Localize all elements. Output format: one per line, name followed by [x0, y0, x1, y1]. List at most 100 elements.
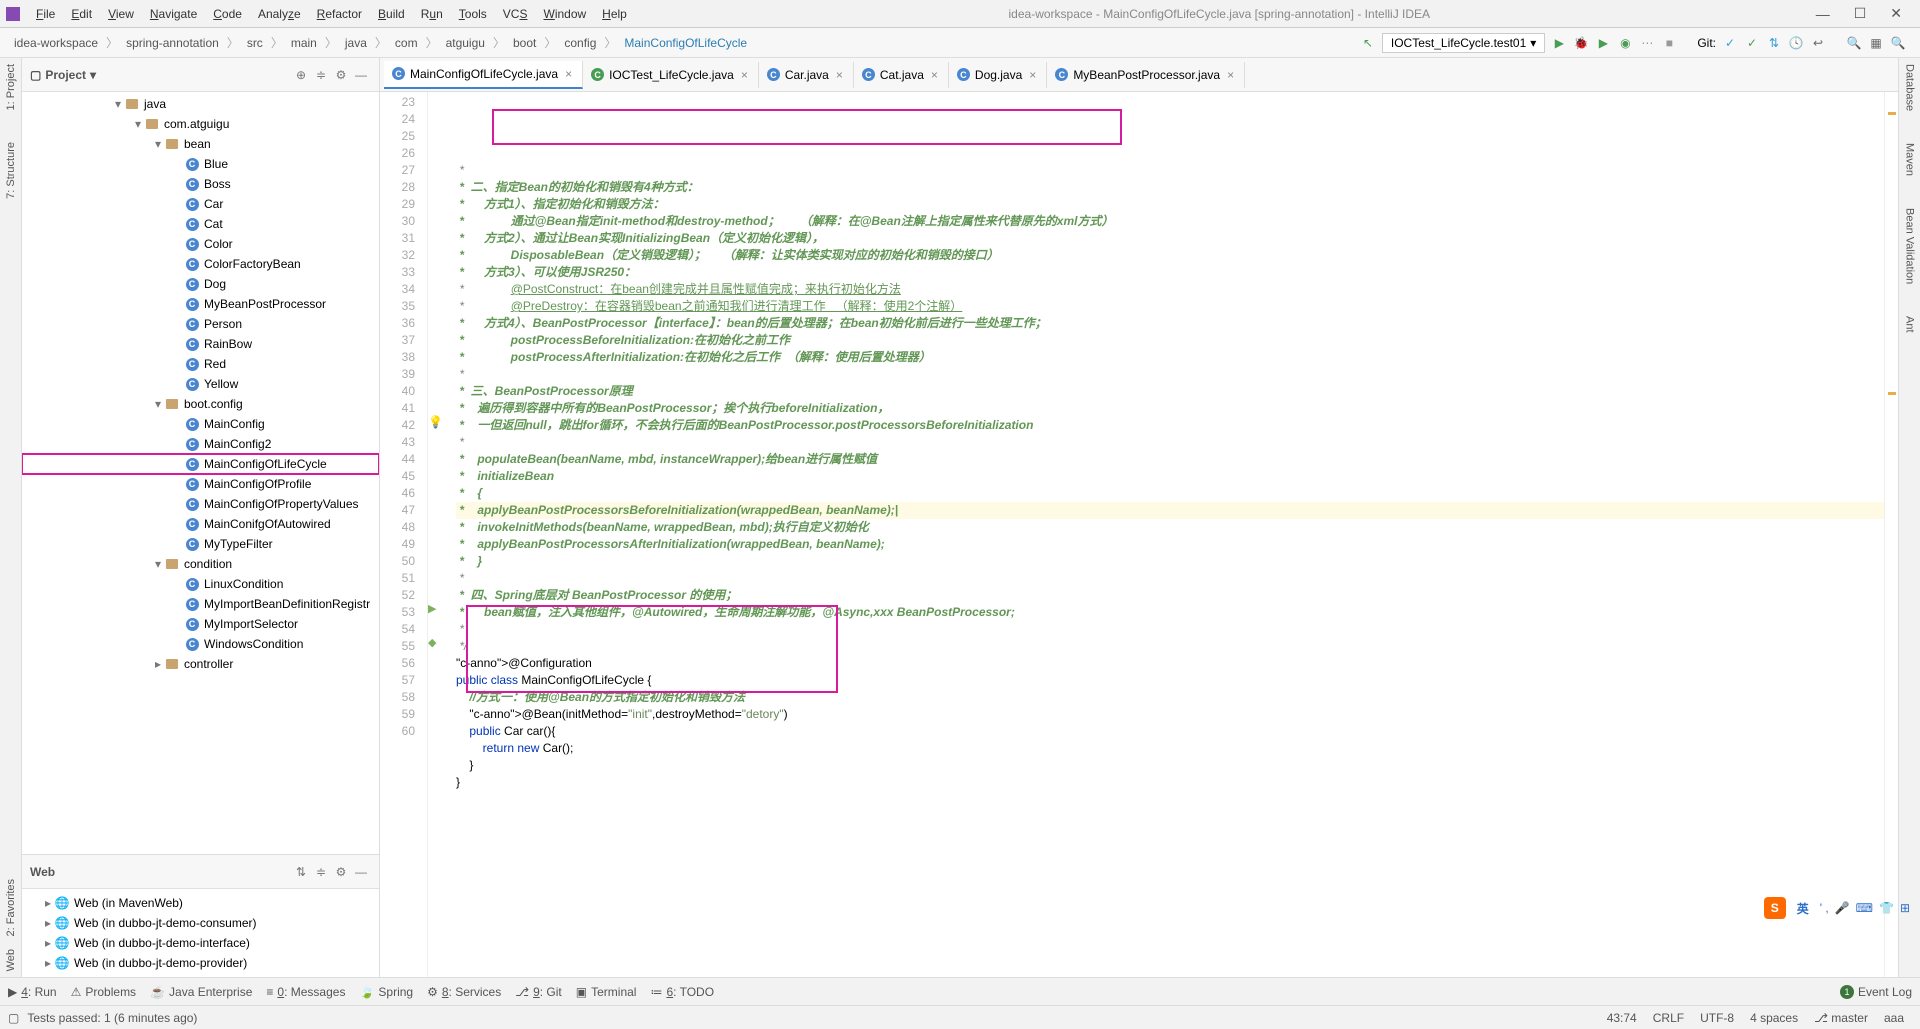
collapse-icon[interactable]: ≑: [313, 67, 329, 83]
tree-class[interactable]: CMainConfigOfPropertyValues: [22, 494, 379, 514]
attach-button[interactable]: ⋯: [1639, 35, 1655, 51]
tree-class[interactable]: CMainConifgOfAutowired: [22, 514, 379, 534]
annotation-gutter[interactable]: 💡 ▶ ◆: [428, 92, 448, 977]
messages-tool[interactable]: ≡ 0: Messages: [266, 985, 345, 999]
rail-project[interactable]: 1: Project: [3, 58, 19, 116]
menu-refactor[interactable]: Refactor: [309, 3, 370, 25]
menu-run[interactable]: Run: [413, 3, 451, 25]
ime-skin-icon[interactable]: 👕: [1879, 901, 1894, 915]
menu-navigate[interactable]: Navigate: [142, 3, 205, 25]
tree-class[interactable]: CCat: [22, 214, 379, 234]
rail-favorites[interactable]: 2: Favorites: [3, 873, 19, 942]
menu-analyze[interactable]: Analyze: [250, 3, 309, 25]
tree-class[interactable]: CPerson: [22, 314, 379, 334]
filter-icon[interactable]: ⇅: [293, 864, 309, 880]
event-log[interactable]: 1 Event Log: [1840, 985, 1912, 999]
breadcrumb[interactable]: boot: [507, 34, 542, 52]
code-editor[interactable]: 2324252627282930313233343536373839404142…: [380, 92, 1898, 977]
menu-window[interactable]: Window: [535, 3, 594, 25]
warning-mark[interactable]: [1888, 392, 1896, 395]
close-tab-icon[interactable]: ×: [1225, 68, 1236, 82]
tab[interactable]: CMyBeanPostProcessor.java×: [1047, 62, 1245, 88]
web-item[interactable]: ▸🌐Web (in MavenWeb): [22, 893, 379, 913]
bean-gutter-icon[interactable]: ◆: [428, 635, 436, 652]
tree-class[interactable]: CColorFactoryBean: [22, 254, 379, 274]
tree-package[interactable]: ▾boot.config: [22, 394, 379, 414]
hide-icon[interactable]: —: [353, 67, 369, 83]
rail-web[interactable]: Web: [3, 943, 19, 977]
locate-icon[interactable]: ⊕: [293, 67, 309, 83]
enterprise-tool[interactable]: ☕ Java Enterprise: [150, 985, 252, 999]
marks-gutter[interactable]: [1884, 92, 1898, 977]
coverage-button[interactable]: ▶: [1595, 35, 1611, 51]
ime-mic-icon[interactable]: 🎤: [1835, 901, 1850, 915]
run-config-select[interactable]: IOCTest_LifeCycle.test01 ▾: [1382, 33, 1545, 53]
tree-class[interactable]: CMyBeanPostProcessor: [22, 294, 379, 314]
tree-class[interactable]: CMyTypeFilter: [22, 534, 379, 554]
tree-package[interactable]: ▾com.atguigu: [22, 114, 379, 134]
ime-toolbox-icon[interactable]: ⊞: [1900, 901, 1910, 915]
tab[interactable]: CIOCTest_LifeCycle.java×: [583, 62, 759, 88]
stop-button[interactable]: ■: [1661, 35, 1677, 51]
tree-class[interactable]: CCar: [22, 194, 379, 214]
web-item[interactable]: ▸🌐Web (in dubbo-jt-demo-provider): [22, 953, 379, 973]
gear-icon[interactable]: ⚙: [333, 67, 349, 83]
menu-file[interactable]: File: [28, 3, 63, 25]
search-everywhere-icon[interactable]: 🔍: [1890, 35, 1906, 51]
line-ending[interactable]: CRLF: [1645, 1011, 1692, 1025]
tree-class[interactable]: CMyImportBeanDefinitionRegistr: [22, 594, 379, 614]
status-icon[interactable]: ▢: [8, 1011, 19, 1025]
tree-package[interactable]: ▸controller: [22, 654, 379, 674]
tree-class[interactable]: CYellow: [22, 374, 379, 394]
tab-active[interactable]: CMainConfigOfLifeCycle.java×: [384, 61, 583, 89]
breadcrumb[interactable]: main: [285, 34, 323, 52]
git-branch[interactable]: ⎇ master: [1806, 1011, 1876, 1025]
breadcrumb[interactable]: com: [389, 34, 424, 52]
web-item[interactable]: ▸🌐Web (in dubbo-jt-demo-interface): [22, 933, 379, 953]
project-tree[interactable]: ▾java ▾com.atguigu ▾bean CBlue CBoss CCa…: [22, 92, 379, 854]
tree-package[interactable]: ▾bean: [22, 134, 379, 154]
run-tool[interactable]: ▶ 4: Run: [8, 985, 57, 999]
chevron-down-icon[interactable]: ▾: [90, 68, 96, 82]
maximize-button[interactable]: ☐: [1842, 1, 1879, 26]
tree-class[interactable]: CLinuxCondition: [22, 574, 379, 594]
git-history-icon[interactable]: 🕓: [1788, 35, 1804, 51]
rail-maven[interactable]: Maven: [1902, 137, 1918, 182]
debug-button[interactable]: 🐞: [1573, 35, 1589, 51]
minimize-button[interactable]: —: [1804, 2, 1842, 26]
menu-build[interactable]: Build: [370, 3, 413, 25]
search-icon[interactable]: 🔍: [1846, 35, 1862, 51]
line-gutter[interactable]: 2324252627282930313233343536373839404142…: [380, 92, 428, 977]
bulb-icon[interactable]: 💡: [428, 414, 443, 431]
rail-ant[interactable]: Ant: [1902, 310, 1918, 339]
breadcrumb-current[interactable]: MainConfigOfLifeCycle: [618, 34, 753, 52]
problems-tool[interactable]: ⚠ Problems: [71, 985, 136, 999]
menu-vcs[interactable]: VCS: [495, 3, 536, 25]
terminal-tool[interactable]: ▣ Terminal: [576, 985, 637, 999]
git-tool[interactable]: ⎇ 9: Git: [515, 985, 562, 999]
breadcrumb[interactable]: spring-annotation: [120, 34, 225, 52]
tab[interactable]: CCar.java×: [759, 62, 854, 88]
user-badge[interactable]: aaa: [1876, 1011, 1912, 1025]
tab[interactable]: CDog.java×: [949, 62, 1047, 88]
rail-validation[interactable]: Bean Validation: [1902, 202, 1918, 290]
tree-class[interactable]: CRainBow: [22, 334, 379, 354]
breadcrumb[interactable]: src: [241, 34, 269, 52]
services-tool[interactable]: ⚙ 8: Services: [427, 985, 501, 999]
menu-view[interactable]: View: [100, 3, 142, 25]
gear-icon[interactable]: ⚙: [333, 864, 349, 880]
build-icon[interactable]: ↖: [1360, 35, 1376, 51]
menu-edit[interactable]: Edit: [63, 3, 100, 25]
tree-package[interactable]: ▾condition: [22, 554, 379, 574]
breadcrumb[interactable]: idea-workspace: [8, 34, 104, 52]
encoding[interactable]: UTF-8: [1692, 1011, 1742, 1025]
menu-tools[interactable]: Tools: [451, 3, 495, 25]
close-tab-icon[interactable]: ×: [563, 67, 574, 81]
caret-position[interactable]: 43:74: [1599, 1011, 1645, 1025]
close-tab-icon[interactable]: ×: [834, 68, 845, 82]
run-button[interactable]: ▶: [1551, 35, 1567, 51]
tree-class[interactable]: CMainConfig: [22, 414, 379, 434]
git-compare-icon[interactable]: ⇅: [1766, 35, 1782, 51]
git-commit-icon[interactable]: ✓: [1744, 35, 1760, 51]
close-button[interactable]: ✕: [1878, 1, 1914, 26]
